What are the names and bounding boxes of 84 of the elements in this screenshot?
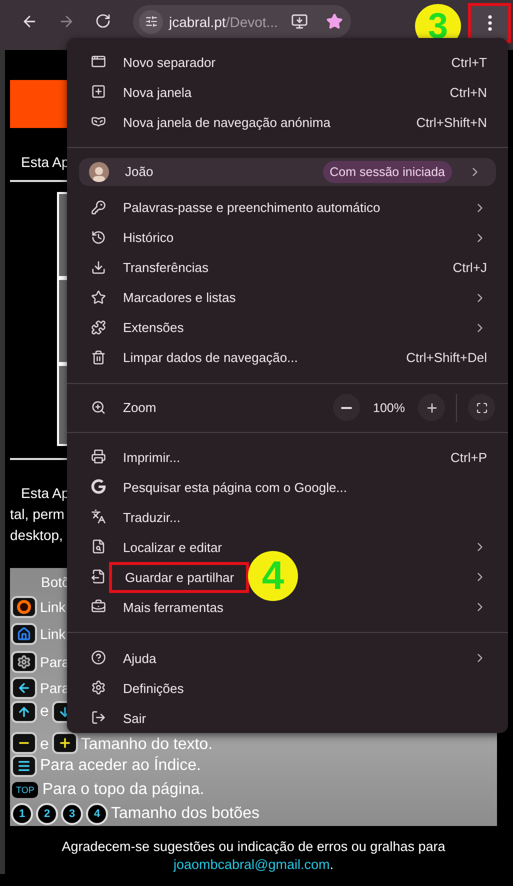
legend-text: Tamanho dos botões bbox=[111, 805, 260, 823]
shortcut-text: Ctrl+T bbox=[451, 54, 487, 70]
shortcut-text: Ctrl+Shift+Del bbox=[406, 350, 487, 366]
address-bar[interactable]: jcabral.pt/Devot... bbox=[133, 5, 351, 38]
menu-item[interactable]: Marcadores e listas bbox=[67, 282, 508, 313]
printer-icon bbox=[91, 449, 107, 466]
star-icon bbox=[91, 290, 107, 306]
zoom-value: 100% bbox=[373, 400, 405, 415]
shortcut-text: Ctrl+N bbox=[450, 84, 487, 100]
plus-icon bbox=[52, 732, 78, 754]
step-number: 4 bbox=[248, 551, 298, 602]
size-number: 4 bbox=[86, 803, 108, 825]
file-export-icon bbox=[91, 569, 107, 586]
signed-in-badge: Com sessão iniciada bbox=[322, 160, 452, 183]
house-icon bbox=[11, 623, 37, 645]
menu-item[interactable]: Pesquisar esta página com o Google... bbox=[67, 472, 508, 502]
fullscreen-icon bbox=[476, 402, 488, 414]
zoom-label: Zoom bbox=[123, 400, 158, 416]
help-icon bbox=[91, 650, 107, 666]
url-text: jcabral.pt/Devot... bbox=[169, 14, 279, 30]
top-key: TOP bbox=[11, 781, 40, 799]
menu-item[interactable]: Extensões bbox=[67, 312, 508, 343]
legend-text: e bbox=[40, 703, 49, 721]
size-number: 2 bbox=[36, 803, 58, 825]
menu-item[interactable]: Novo separador Ctrl+T bbox=[67, 47, 508, 77]
menu-icon bbox=[11, 755, 37, 777]
download-icon bbox=[91, 260, 107, 276]
size-number: 3 bbox=[61, 803, 83, 825]
install-app-icon[interactable] bbox=[291, 13, 308, 30]
menu-item[interactable]: Sair bbox=[67, 703, 508, 734]
puzzle-icon bbox=[91, 320, 107, 336]
email-link[interactable]: joaombcabral@gmail.com bbox=[173, 856, 330, 874]
menu-item[interactable]: Palavras-passe e preenchimento automático bbox=[67, 192, 508, 223]
menu-item[interactable]: Histórico bbox=[67, 222, 508, 253]
site-settings-icon[interactable] bbox=[139, 10, 163, 34]
zoom-icon bbox=[91, 400, 107, 416]
legend-text: Link bbox=[40, 599, 66, 615]
legend-text: Tamanho do texto. bbox=[80, 736, 213, 754]
zoom-in-button[interactable] bbox=[418, 394, 445, 422]
left-arrow-icon bbox=[11, 677, 37, 699]
new-tab-icon bbox=[91, 54, 107, 70]
menu-item[interactable]: Traduzir... bbox=[67, 502, 508, 532]
paragraph-line: tal, perm bbox=[10, 505, 64, 523]
legend-text: Para aceder ao Índice. bbox=[40, 757, 201, 775]
paragraph-line: desktop, bbox=[10, 526, 63, 544]
size-number: 1 bbox=[11, 803, 33, 825]
history-icon bbox=[91, 230, 107, 246]
bookmark-star-icon[interactable] bbox=[326, 13, 343, 30]
coin-icon bbox=[11, 596, 37, 618]
fullscreen-button[interactable] bbox=[468, 394, 495, 422]
key-icon bbox=[91, 200, 107, 216]
shortcut-text: Ctrl+Shift+N bbox=[416, 114, 487, 130]
exit-icon bbox=[91, 710, 107, 726]
menu-item[interactable]: Definições bbox=[67, 673, 508, 704]
menu-item[interactable]: Nova janela Ctrl+N bbox=[67, 77, 508, 107]
profile-row[interactable]: João Com sessão iniciada bbox=[79, 158, 496, 186]
minus-icon bbox=[341, 406, 352, 409]
plus-icon bbox=[424, 400, 438, 415]
up-arrow-icon bbox=[11, 701, 37, 723]
avatar-icon bbox=[89, 162, 109, 182]
translate-icon bbox=[91, 509, 107, 526]
zoom-out-button[interactable] bbox=[333, 394, 360, 422]
menu-item[interactable]: Imprimir... Ctrl+P bbox=[67, 442, 508, 472]
file-search-icon bbox=[91, 539, 107, 556]
legend-text: e bbox=[40, 736, 49, 754]
settings-icon bbox=[91, 680, 107, 696]
footer-period: . bbox=[330, 856, 334, 874]
gear-icon bbox=[11, 651, 37, 673]
menu-item[interactable]: Transferências Ctrl+J bbox=[67, 252, 508, 283]
menu-item[interactable]: Nova janela de navegação anónima Ctrl+Shift+N bbox=[67, 107, 508, 137]
footer-text: Agradecem-se sugestões ou indicação de erros ou gralhas para bbox=[62, 838, 446, 856]
menu-item[interactable]: Limpar dados de navegação... Ctrl+Shift+Del bbox=[67, 342, 508, 373]
shortcut-text: Ctrl+P bbox=[450, 450, 487, 465]
shortcut-text: Ctrl+J bbox=[452, 260, 487, 276]
trash-icon bbox=[91, 350, 107, 366]
legend-text: Link bbox=[40, 626, 66, 642]
menu-item[interactable]: Ajuda bbox=[67, 643, 508, 674]
reload-icon bbox=[95, 13, 111, 29]
legend-text: Para o topo da página. bbox=[42, 781, 204, 799]
google-icon bbox=[91, 479, 107, 496]
profile-name: João bbox=[125, 164, 154, 180]
more-icon bbox=[488, 15, 492, 31]
minus-icon bbox=[11, 732, 37, 754]
new-window-icon bbox=[91, 84, 107, 100]
